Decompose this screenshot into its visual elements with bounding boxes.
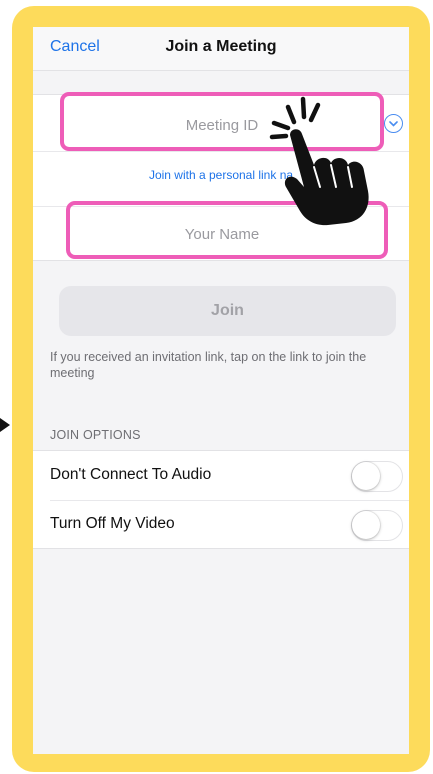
personal-link-button[interactable]: Join with a personal link na (33, 168, 409, 182)
toggle-knob (352, 511, 380, 539)
join-button[interactable]: Join (59, 286, 396, 336)
join-options-header: JOIN OPTIONS (50, 428, 141, 442)
your-name-input[interactable] (63, 207, 381, 261)
option-label-audio: Don't Connect To Audio (50, 466, 212, 483)
option-row-audio: Don't Connect To Audio (33, 451, 409, 500)
divider (33, 151, 409, 152)
helper-text: If you received an invitation link, tap … (50, 350, 367, 380)
toggle-knob (352, 462, 380, 490)
meeting-form: Join with a personal link na (33, 94, 409, 261)
page-title: Join a Meeting (165, 38, 277, 55)
join-options-list: Don't Connect To Audio Turn Off My Video (33, 450, 409, 549)
arrow-pointer-icon (0, 418, 10, 432)
option-row-video: Turn Off My Video (33, 500, 409, 549)
audio-toggle[interactable] (351, 461, 403, 492)
meeting-id-input[interactable] (63, 97, 381, 153)
option-label-video: Turn Off My Video (50, 515, 175, 532)
phone-screen: Cancel Join a Meeting Join with a person… (33, 27, 409, 754)
video-toggle[interactable] (351, 510, 403, 541)
chevron-down-circle-icon[interactable] (384, 114, 403, 133)
navigation-bar: Cancel Join a Meeting (33, 27, 409, 71)
